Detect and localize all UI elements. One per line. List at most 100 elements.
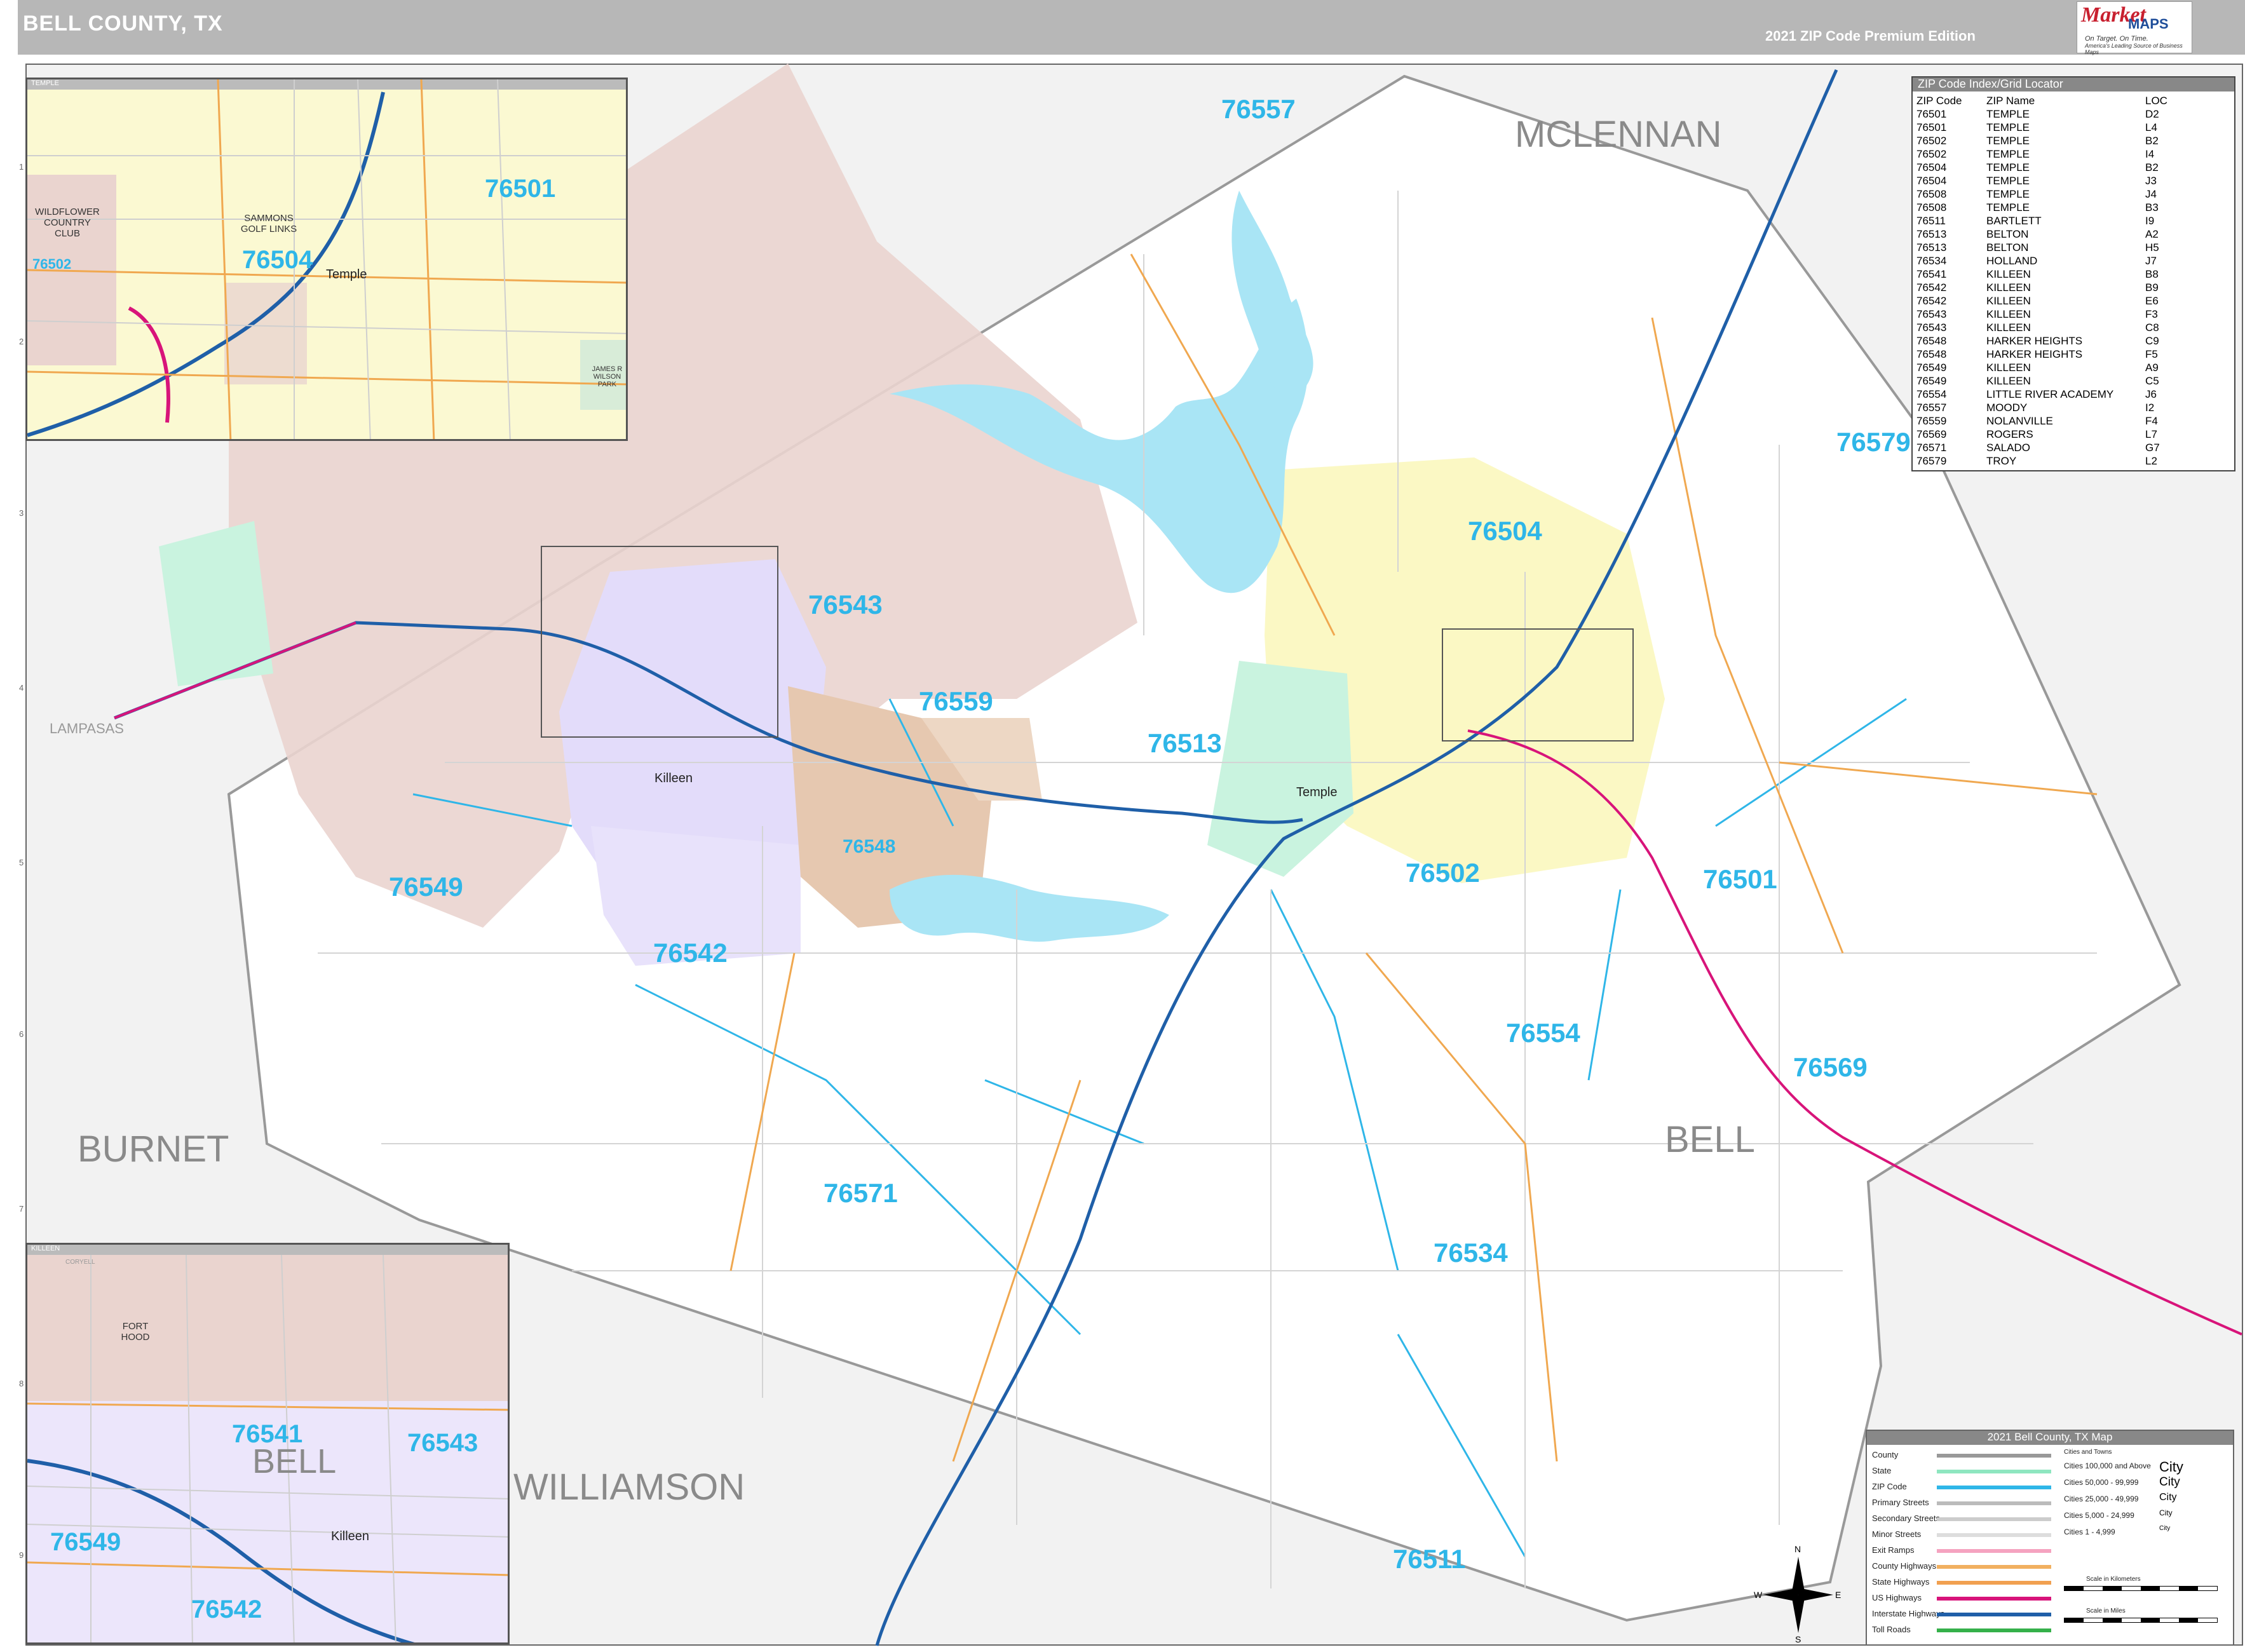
- zip-index-zip: 76508: [1916, 201, 1947, 213]
- zip-index-panel: ZIP Code Index/Grid Locator ZIP Code ZIP…: [1911, 76, 2235, 471]
- legend-item-swatch: [1937, 1501, 2051, 1505]
- legend-item-label: Interstate Highways: [1872, 1609, 1945, 1618]
- zip-index-name: TEMPLE: [1986, 174, 2030, 187]
- zip-index-name: TEMPLE: [1986, 187, 2030, 200]
- legend-item-label: Primary Streets: [1872, 1498, 1929, 1507]
- zip-index-row: 76508 TEMPLE B3: [1916, 201, 2196, 214]
- zip-label-76548: 76548: [843, 836, 896, 857]
- zip-label-76502: 76502: [1406, 858, 1480, 888]
- zip-index-loc: J6: [2145, 388, 2157, 400]
- zip-index-zip: 76569: [1916, 428, 1947, 440]
- inset-temple-city: Temple: [326, 267, 367, 281]
- compass-rose: N S E W: [1754, 1544, 1843, 1646]
- zip-index-name: TEMPLE: [1986, 161, 2030, 173]
- zip-index-zip: 76542: [1916, 294, 1947, 307]
- inset-label-wildflower: WILDFLOWER COUNTRY CLUB: [35, 207, 100, 239]
- legend-city-tier: Cities 25,000 - 49,999: [2064, 1494, 2139, 1503]
- zip-index-loc: B2: [2145, 134, 2159, 147]
- zip-index-name: BELTON: [1986, 241, 2029, 254]
- zip-index-col-name: ZIP Name: [1986, 94, 2035, 107]
- zip-index-row: 76501 TEMPLE L4: [1916, 121, 2196, 134]
- zip-index-zip: 76508: [1916, 187, 1947, 200]
- zip-index-row: 76508 TEMPLE J4: [1916, 187, 2196, 201]
- zip-index-loc: I9: [2145, 214, 2155, 227]
- zip-label-76504: 76504: [1468, 516, 1542, 546]
- zip-index-name: HOLLAND: [1986, 254, 2038, 267]
- zip-index-row: 76557 MOODY I2: [1916, 401, 2196, 414]
- inset-temple-zip-76504: 76504: [242, 246, 313, 274]
- zip-index-loc: B9: [2145, 281, 2159, 294]
- zip-index-name: TEMPLE: [1986, 121, 2030, 133]
- legend-city-sample: City: [2159, 1475, 2180, 1489]
- legend-city-tier: Cities 100,000 and Above: [2064, 1461, 2151, 1470]
- zip-index-row: 76513 BELTON H5: [1916, 241, 2196, 254]
- zip-label-76513: 76513: [1148, 728, 1222, 758]
- zip-index-row: 76571 SALADO G7: [1916, 441, 2196, 454]
- zip-index-zip: 76504: [1916, 174, 1947, 187]
- zip-index-row: 76504 TEMPLE B2: [1916, 161, 2196, 174]
- zip-index-zip: 76513: [1916, 227, 1947, 240]
- zip-index-loc: H5: [2145, 241, 2159, 254]
- county-williamson: WILLIAMSON: [513, 1466, 745, 1508]
- legend-item-swatch: [1937, 1628, 2051, 1632]
- zip-index-name: KILLEEN: [1986, 321, 2031, 334]
- zip-index-zip: 76541: [1916, 267, 1947, 280]
- zip-index-zip: 76502: [1916, 134, 1947, 147]
- zip-index-row: 76559 NOLANVILLE F4: [1916, 414, 2196, 428]
- legend-city-sample: City: [2159, 1492, 2177, 1503]
- zip-index-name: KILLEEN: [1986, 361, 2031, 374]
- zip-index-row: 76511 BARTLETT I9: [1916, 214, 2196, 227]
- map-legend: 2021 Bell County, TX Map County State ZIP …: [1866, 1430, 2234, 1646]
- zip-index-name: SALADO: [1986, 441, 2030, 454]
- county-lampasas: LAMPASAS: [50, 721, 124, 736]
- legend-city-tier: Cities 1 - 4,999: [2064, 1527, 2115, 1536]
- zip-index-loc: C9: [2145, 334, 2159, 347]
- zip-index-zip: 76542: [1916, 281, 1947, 294]
- inset-killeen-zip-76549: 76549: [50, 1528, 121, 1556]
- compass-s: S: [1795, 1634, 1801, 1644]
- zip-index-name: TEMPLE: [1986, 147, 2030, 160]
- legend-city-tier: Cities 5,000 - 24,999: [2064, 1511, 2134, 1520]
- inset-killeen: KILLEEN 76541 76543 76549 76542 BELL FOR…: [25, 1243, 510, 1644]
- legend-item-label: Toll Roads: [1872, 1625, 1911, 1634]
- zip-index-loc: A9: [2145, 361, 2159, 374]
- zip-index-row: 76579 TROY L2: [1916, 454, 2196, 468]
- zip-index-zip: 76548: [1916, 348, 1947, 360]
- legend-item-swatch: [1937, 1549, 2051, 1553]
- zip-label-76549: 76549: [389, 872, 463, 902]
- zip-index-row: 76548 HARKER HEIGHTS F5: [1916, 348, 2196, 361]
- legend-item-label: US Highways: [1872, 1593, 1922, 1602]
- legend-item-label: Secondary Streets: [1872, 1513, 1940, 1523]
- zip-index-loc: J3: [2145, 174, 2157, 187]
- legend-city-sample: City: [2159, 1508, 2173, 1517]
- zip-index-loc: G7: [2145, 441, 2160, 454]
- zip-index-loc: J4: [2145, 187, 2157, 200]
- zip-index-name: KILLEEN: [1986, 267, 2031, 280]
- zip-index-loc: B2: [2145, 161, 2159, 173]
- legend-item-swatch: [1937, 1565, 2051, 1569]
- legend-city-tier: Cities 50,000 - 99,999: [2064, 1478, 2139, 1487]
- zip-index-loc: A2: [2145, 227, 2159, 240]
- legend-scale-km: Scale in Kilometers: [2086, 1576, 2141, 1583]
- zip-label-76579: 76579: [1836, 427, 1911, 457]
- zip-index-name: TEMPLE: [1986, 134, 2030, 147]
- zip-index-zip: 76549: [1916, 374, 1947, 387]
- zip-label-76542: 76542: [653, 938, 728, 968]
- zip-index-body: 76501 TEMPLE D2 76501 TEMPLE L4 76502 TEMPLE B2 7…: [1916, 107, 2196, 468]
- zip-index-zip: 76554: [1916, 388, 1947, 400]
- zip-index-loc: L2: [2145, 454, 2157, 467]
- zip-index-name: TROY: [1986, 454, 2017, 467]
- compass-icon: [1763, 1557, 1833, 1633]
- zip-label-76569: 76569: [1793, 1052, 1868, 1082]
- inset-temple-roads: [27, 79, 626, 439]
- legend-item-swatch: [1937, 1613, 2051, 1616]
- inset-label-wilson-park: JAMES R WILSON PARK: [592, 365, 623, 388]
- zip-index-name: NOLANVILLE: [1986, 414, 2053, 427]
- zip-index-row: 76502 TEMPLE I4: [1916, 147, 2196, 161]
- zip-index-name: KILLEEN: [1986, 308, 2031, 320]
- zip-index-loc: E6: [2145, 294, 2159, 307]
- compass-n: N: [1794, 1544, 1801, 1554]
- zip-index-row: 76542 KILLEEN E6: [1916, 294, 2196, 308]
- zip-index-loc: D2: [2145, 107, 2159, 120]
- zip-index-row: 76501 TEMPLE D2: [1916, 107, 2196, 121]
